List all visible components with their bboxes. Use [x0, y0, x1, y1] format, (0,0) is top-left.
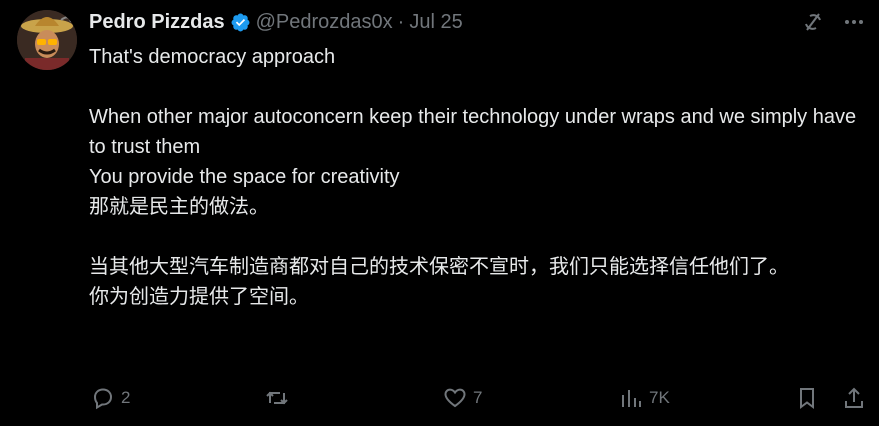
verified-badge-icon — [230, 12, 251, 33]
share-icon — [845, 387, 863, 408]
tweet-text-en-1: That's democracy approach — [89, 46, 336, 68]
tweet-text-cn-2: 当其他大型汽车制造商都对自己的技术保密不宣时，我们只能选择信任他们了。 — [89, 256, 789, 278]
tweet-date[interactable]: Jul 25 — [409, 11, 462, 34]
grok-icon[interactable] — [801, 10, 825, 34]
views-button[interactable]: 7K — [619, 382, 670, 414]
like-button[interactable]: 7 — [443, 382, 482, 414]
tweet-header: Pedro Pizzdas @Pedrozdas0x · Jul 25 — [89, 8, 463, 36]
like-icon — [444, 388, 466, 408]
like-count: 7 — [473, 388, 483, 407]
header-separator: · — [397, 10, 405, 33]
avatar[interactable] — [17, 10, 77, 70]
more-icon[interactable] — [842, 10, 866, 34]
views-count: 7K — [649, 388, 670, 407]
tweet-text: That's democracy approach When other maj… — [89, 42, 864, 312]
reply-button[interactable]: 2 — [91, 382, 130, 414]
bookmark-button[interactable] — [795, 382, 819, 414]
repost-icon — [266, 391, 288, 405]
tweet-text-cn-3: 你为创造力提供了空间。 — [89, 286, 309, 308]
repost-button[interactable] — [265, 382, 295, 414]
tweet-card[interactable]: Pedro Pizzdas @Pedrozdas0x · Jul 25 That… — [0, 0, 879, 426]
tweet-text-en-3: You provide the space for creativity — [89, 166, 400, 188]
tweet-text-cn-1: 那就是民主的做法。 — [89, 196, 269, 218]
reply-icon — [93, 388, 113, 410]
reply-count: 2 — [121, 388, 131, 407]
bookmark-icon — [800, 388, 814, 409]
tweet-text-en-2: When other major autoconcern keep their … — [89, 106, 857, 158]
share-button[interactable] — [842, 382, 866, 414]
author-handle[interactable]: @Pedrozdas0x — [256, 11, 393, 34]
views-icon — [622, 390, 641, 407]
author-name[interactable]: Pedro Pizzdas — [89, 11, 225, 34]
action-bar: 2 7 7K — [0, 382, 879, 414]
